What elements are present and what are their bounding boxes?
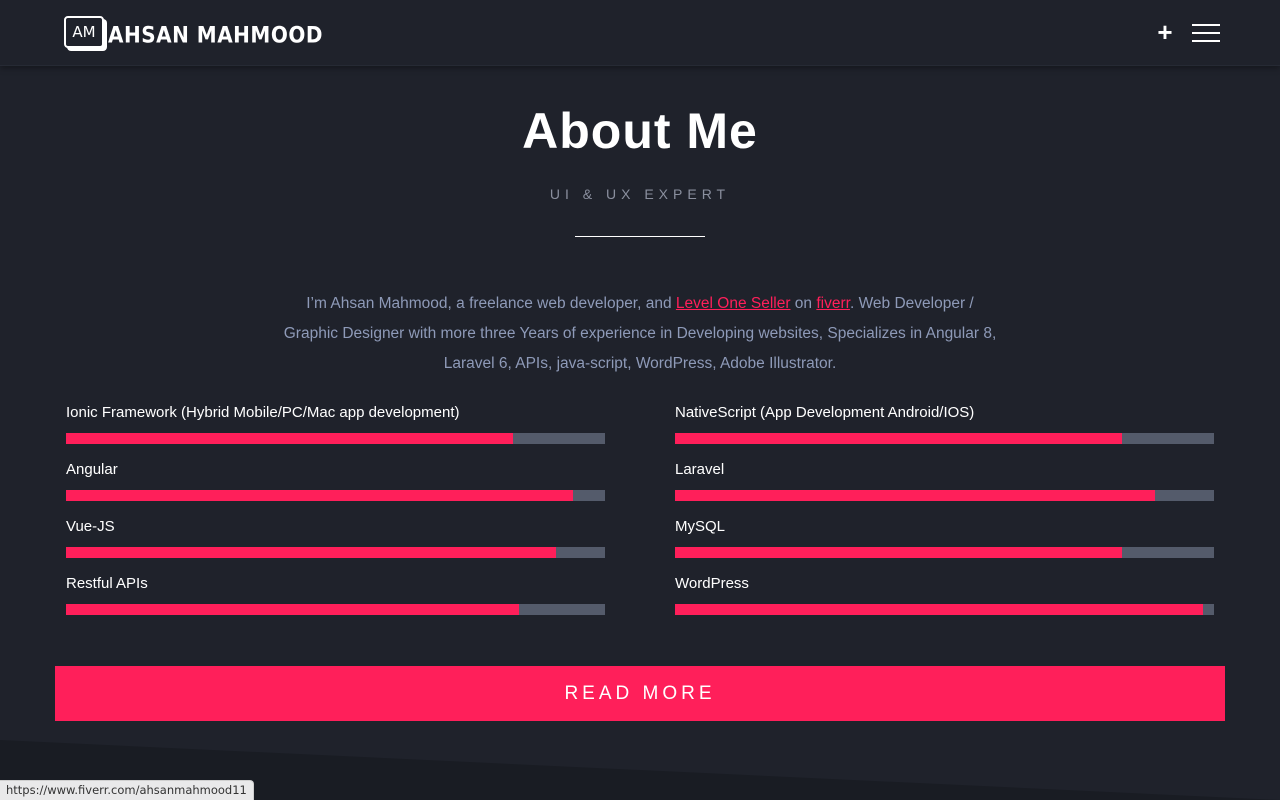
level-one-seller-link[interactable]: Level One Seller bbox=[676, 295, 791, 312]
skill-item: MySQL bbox=[675, 516, 1214, 558]
skill-bar bbox=[675, 433, 1214, 444]
fiverr-link[interactable]: fiverr bbox=[816, 295, 850, 312]
skill-bar bbox=[675, 547, 1214, 558]
skill-bar bbox=[675, 490, 1214, 501]
skill-bar bbox=[675, 604, 1214, 615]
skill-label: Ionic Framework (Hybrid Mobile/PC/Mac ap… bbox=[66, 404, 460, 421]
skill-bar bbox=[66, 604, 605, 615]
browser-status-url: https://www.fiverr.com/ahsanmahmood11 bbox=[0, 780, 254, 800]
skill-label: Laravel bbox=[675, 461, 725, 478]
skill-label: Vue-JS bbox=[66, 518, 115, 535]
skill-item: NativeScript (App Development Android/IO… bbox=[675, 402, 1214, 444]
skill-bar-fill bbox=[675, 604, 1204, 615]
skill-bar-fill bbox=[675, 547, 1123, 558]
skill-bar-fill bbox=[675, 490, 1155, 501]
skill-item: Restful APIs bbox=[66, 573, 605, 615]
skill-label: Angular bbox=[66, 461, 118, 478]
logo-text: AHSAN MAHMOOD bbox=[108, 21, 323, 49]
skill-label: NativeScript (App Development Android/IO… bbox=[675, 404, 975, 421]
skill-item: WordPress bbox=[675, 573, 1214, 615]
skill-bar-fill bbox=[675, 433, 1123, 444]
bio-prefix: I’m Ahsan Mahmood, a freelance web devel… bbox=[306, 295, 676, 312]
skill-label: MySQL bbox=[675, 518, 726, 535]
title-divider bbox=[575, 236, 705, 237]
plus-button[interactable]: + bbox=[1155, 19, 1175, 45]
site-header: AM AHSAN MAHMOOD + bbox=[0, 0, 1280, 66]
read-more-button[interactable]: READ MORE bbox=[55, 666, 1225, 721]
bio-mid: on bbox=[790, 295, 817, 312]
skill-item: Ionic Framework (Hybrid Mobile/PC/Mac ap… bbox=[66, 402, 605, 444]
bio-paragraph: I’m Ahsan Mahmood, a freelance web devel… bbox=[280, 289, 1000, 379]
skill-bar-fill bbox=[66, 604, 519, 615]
skill-bar bbox=[66, 433, 605, 444]
skill-item: Vue-JS bbox=[66, 516, 605, 558]
page-title: About Me bbox=[522, 103, 758, 159]
logo[interactable]: AM AHSAN MAHMOOD bbox=[64, 14, 323, 50]
skill-item: Laravel bbox=[675, 459, 1214, 501]
page-subtitle: UI & UX EXPERT bbox=[549, 186, 731, 202]
skill-bar-fill bbox=[66, 547, 557, 558]
skill-bar bbox=[66, 490, 605, 501]
skill-bar-fill bbox=[66, 490, 573, 501]
logo-badge: AM bbox=[64, 16, 104, 48]
skill-label: WordPress bbox=[675, 575, 749, 592]
skill-bar-fill bbox=[66, 433, 514, 444]
skill-bar bbox=[66, 547, 605, 558]
skill-label: Restful APIs bbox=[66, 575, 148, 592]
skill-item: Angular bbox=[66, 459, 605, 501]
hamburger-menu-icon[interactable] bbox=[1192, 23, 1220, 43]
